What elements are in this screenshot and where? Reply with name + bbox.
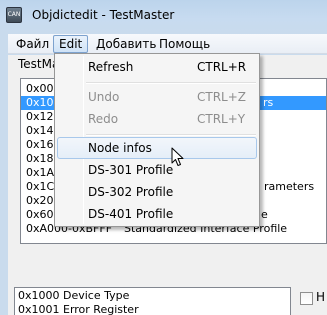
menu-item-undo[interactable]: Undo CTRL+Z: [57, 86, 257, 108]
window-title: Objdictedit - TestMaster: [32, 8, 175, 22]
menu-item-redo[interactable]: Redo CTRL+Y: [57, 108, 257, 130]
title-bar: CAN Objdictedit - TestMaster: [0, 0, 327, 32]
menu-file[interactable]: Файл: [11, 35, 54, 53]
menu-item-ds302-profile[interactable]: DS-302 Profile: [57, 181, 257, 203]
side-panel: H: [295, 287, 327, 315]
list-item[interactable]: 0x1001 Error Register: [15, 303, 290, 315]
menu-item-ds301-profile[interactable]: DS-301 Profile: [57, 159, 257, 181]
menu-separator: [86, 82, 256, 84]
menu-add[interactable]: Добавить: [91, 35, 161, 53]
menu-separator: [86, 134, 256, 136]
edit-menu-dropdown: Refresh CTRL+R Undo CTRL+Z Redo CTRL+Y N…: [54, 53, 260, 227]
checkbox-label: H: [316, 290, 326, 304]
subindex-list[interactable]: 0x1000 Device Type 0x1001 Error Register: [14, 287, 291, 315]
mouse-cursor-icon: [171, 147, 184, 166]
list-item[interactable]: 0x1000 Device Type: [15, 289, 290, 303]
menu-edit[interactable]: Edit: [53, 35, 89, 53]
menu-bar: Файл Edit Добавить Помощь: [8, 34, 327, 54]
can-app-icon[interactable]: CAN: [6, 7, 22, 23]
menu-item-node-infos[interactable]: Node infos: [57, 137, 257, 159]
menu-item-ds401-profile[interactable]: DS-401 Profile: [57, 203, 257, 225]
checkbox[interactable]: [300, 292, 313, 305]
menu-item-refresh[interactable]: Refresh CTRL+R: [57, 56, 257, 78]
menu-help[interactable]: Помощь: [154, 35, 215, 53]
